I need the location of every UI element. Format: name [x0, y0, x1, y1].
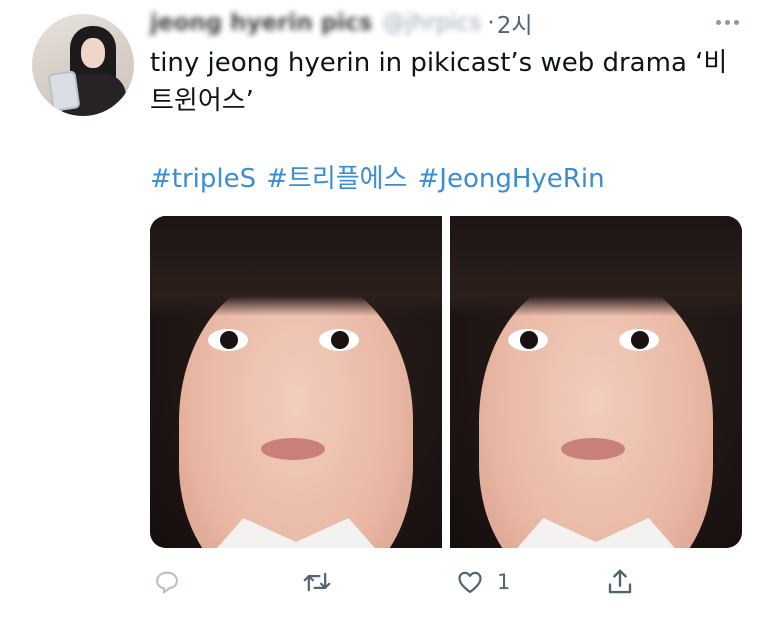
media-photo-2[interactable] — [450, 216, 742, 548]
photo-bangs — [150, 216, 442, 316]
avatar-face — [81, 38, 105, 68]
photo-bangs — [450, 216, 742, 316]
tweet-header: jeong hyerin pics @jhrpics · 2시 — [150, 6, 533, 40]
photo-eye — [319, 328, 360, 351]
tweet-actions: 1 — [150, 560, 742, 604]
tweet-text: tiny jeong hyerin in pikicast’s web dram… — [150, 48, 728, 116]
tweet-media — [150, 216, 742, 548]
photo-face — [479, 275, 713, 548]
more-dot — [725, 19, 730, 25]
reply-button[interactable] — [152, 568, 182, 596]
author-handle[interactable]: @jhrpics — [382, 10, 481, 36]
author-name[interactable]: jeong hyerin pics — [150, 10, 372, 36]
photo-eye — [508, 328, 549, 351]
avatar-phone — [47, 70, 81, 112]
hashtag-link[interactable]: #JeongHyeRin — [418, 164, 605, 194]
photo-eye — [619, 328, 660, 351]
share-icon — [608, 569, 632, 594]
hashtag-row: #tripleS #트리플에스 #JeongHyeRin — [150, 160, 615, 198]
more-horizontal-icon[interactable] — [716, 12, 739, 32]
reply-icon — [156, 571, 178, 594]
avatar[interactable] — [32, 14, 134, 116]
more-dot — [734, 19, 739, 25]
hashtag-link[interactable]: #트리플에스 — [266, 164, 407, 194]
share-button[interactable] — [605, 567, 635, 597]
photo-eye — [208, 328, 249, 351]
retweet-icon — [303, 572, 331, 592]
header-separator: · — [487, 10, 495, 36]
tweet-timestamp[interactable]: 2시 — [497, 6, 533, 40]
more-dot — [716, 19, 721, 25]
tweet-card[interactable]: jeong hyerin pics @jhrpics · 2시 tiny jeo… — [0, 0, 773, 620]
like-count: 1 — [497, 570, 511, 594]
like-button[interactable]: 1 — [455, 568, 510, 596]
photo-face — [179, 275, 413, 548]
heart-icon — [458, 571, 482, 594]
retweet-button[interactable] — [300, 568, 334, 596]
media-photo-1[interactable] — [150, 216, 442, 548]
hashtag-link[interactable]: #tripleS — [150, 164, 256, 194]
